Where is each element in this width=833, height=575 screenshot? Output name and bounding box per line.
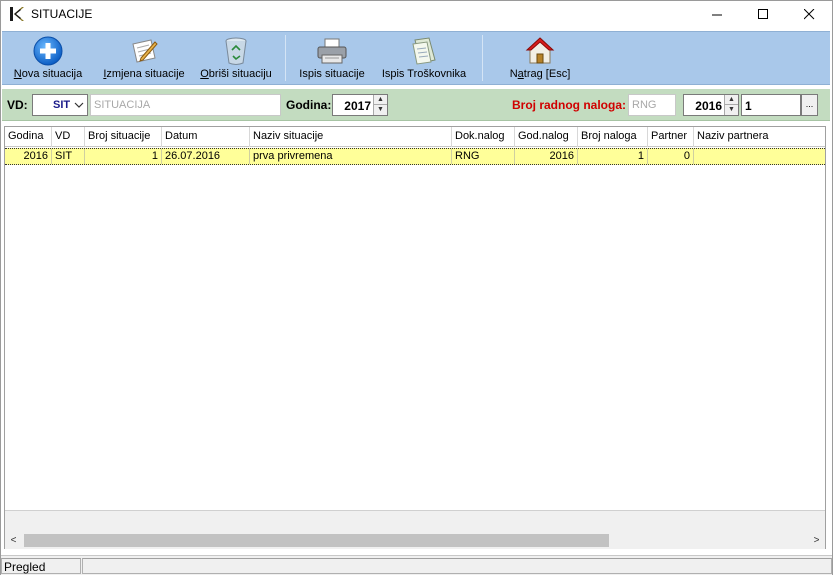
cell-datum: 26.07.2016 [162, 149, 250, 164]
spin-up-icon[interactable]: ▲ [725, 95, 738, 105]
godina-value: 2017 [344, 99, 371, 113]
recycle-bin-icon [220, 36, 252, 66]
broj-radnog-naloga-label: Broj radnog naloga: [512, 98, 626, 112]
scroll-thumb[interactable] [24, 534, 609, 547]
cell-naziv-partnera [694, 149, 825, 164]
document-print-icon [408, 36, 440, 66]
scroll-left-icon[interactable]: < [5, 532, 22, 549]
column-header[interactable]: God.nalog [515, 127, 578, 147]
cell-god-nalog: 2016 [515, 149, 578, 164]
grid-header: Godina VD Broj situacije Datum Naziv sit… [5, 127, 825, 147]
close-icon [803, 9, 814, 20]
spin-down-icon[interactable]: ▼ [725, 105, 738, 115]
situacije-grid[interactable]: Godina VD Broj situacije Datum Naziv sit… [4, 126, 826, 549]
column-header[interactable]: Datum [162, 127, 250, 147]
toolbar-separator [482, 35, 483, 81]
cell-broj-situacije: 1 [85, 149, 162, 164]
vd-name-field: SITUACIJA [90, 94, 281, 116]
ispis-troskovnika-label: Ispis Troškovnika [381, 68, 467, 80]
close-button[interactable] [786, 1, 832, 28]
column-header[interactable]: Naziv situacije [250, 127, 452, 147]
nova-situacija-label: Nova situacija [13, 68, 83, 80]
minimize-icon [711, 14, 722, 16]
obrisi-situaciju-button[interactable]: Obriši situaciju [196, 32, 276, 85]
status-bar: Pregled [1, 555, 832, 575]
window-title: SITUACIJE [31, 7, 93, 21]
rn-number-field[interactable]: 1 [741, 94, 801, 116]
vd-select[interactable]: SIT [32, 94, 88, 116]
cell-godina: 2016 [5, 149, 52, 164]
rn-year-spinner[interactable]: 2016 ▲ ▼ [683, 94, 739, 116]
godina-spin-buttons[interactable]: ▲ ▼ [373, 95, 387, 115]
spin-up-icon[interactable]: ▲ [374, 95, 387, 105]
nova-situacija-button[interactable]: Nova situacija [12, 32, 84, 85]
godina-label: Godina: [286, 98, 332, 112]
status-panel [82, 558, 832, 574]
izmjena-situacije-button[interactable]: Izmjena situacije [101, 32, 187, 85]
rn-year-value: 2016 [695, 99, 722, 113]
natrag-button[interactable]: Natrag [Esc] [504, 32, 576, 85]
chevron-down-icon [74, 102, 84, 108]
godina-spinner[interactable]: 2017 ▲ ▼ [332, 94, 388, 116]
ispis-situacije-button[interactable]: Ispis situacije [296, 32, 368, 85]
title-bar: SITUACIJE [1, 1, 832, 28]
obrisi-situaciju-label: Obriši situaciju [200, 68, 272, 80]
browse-button[interactable]: ... [801, 94, 818, 116]
vd-value: SIT [53, 99, 71, 111]
spin-down-icon[interactable]: ▼ [374, 105, 387, 115]
column-header[interactable]: VD [52, 127, 85, 147]
column-header[interactable]: Partner [648, 127, 694, 147]
cell-naziv-situacije: prva privremena [250, 149, 452, 164]
grid-footer [5, 510, 825, 532]
table-row[interactable]: 2016 SIT 1 26.07.2016 prva privremena RN… [5, 148, 825, 165]
scroll-right-icon[interactable]: > [808, 532, 825, 549]
toolbar-separator [285, 35, 286, 81]
column-header[interactable]: Broj naloga [578, 127, 648, 147]
home-icon [524, 36, 556, 66]
plus-circle-icon [32, 36, 64, 66]
cell-broj-naloga: 1 [578, 149, 648, 164]
maximize-icon [757, 9, 768, 19]
izmjena-situacije-label: Izmjena situacije [103, 68, 185, 80]
ispis-troskovnika-button[interactable]: Ispis Troškovnika [379, 32, 469, 85]
cell-vd: SIT [52, 149, 85, 164]
situacije-window: SITUACIJE Nova situacija Izmjena situaci… [0, 0, 833, 575]
natrag-label: Natrag [Esc] [509, 68, 571, 80]
cell-partner: 0 [648, 149, 694, 164]
maximize-button[interactable] [740, 1, 786, 28]
minimize-button[interactable] [694, 1, 740, 28]
printer-icon [316, 36, 348, 66]
rn-year-spin-buttons[interactable]: ▲ ▼ [724, 95, 738, 115]
column-header[interactable]: Broj situacije [85, 127, 162, 147]
filter-bar: VD: SIT SITUACIJA Godina: 2017 ▲ ▼ Broj … [2, 89, 830, 121]
rng-field: RNG [628, 94, 676, 116]
app-logo-icon [10, 7, 24, 21]
ispis-situacije-label: Ispis situacije [299, 68, 365, 80]
cell-dok-nalog: RNG [452, 149, 515, 164]
edit-pencil-icon [128, 36, 160, 66]
column-header[interactable]: Dok.nalog [452, 127, 515, 147]
vd-label: VD: [7, 98, 28, 112]
column-header[interactable]: Naziv partnera [694, 127, 825, 147]
column-header[interactable]: Godina [5, 127, 52, 147]
horizontal-scrollbar[interactable]: < > [5, 532, 825, 549]
toolbar: Nova situacija Izmjena situacije Obriši … [2, 31, 830, 85]
status-mode: Pregled [1, 558, 81, 574]
